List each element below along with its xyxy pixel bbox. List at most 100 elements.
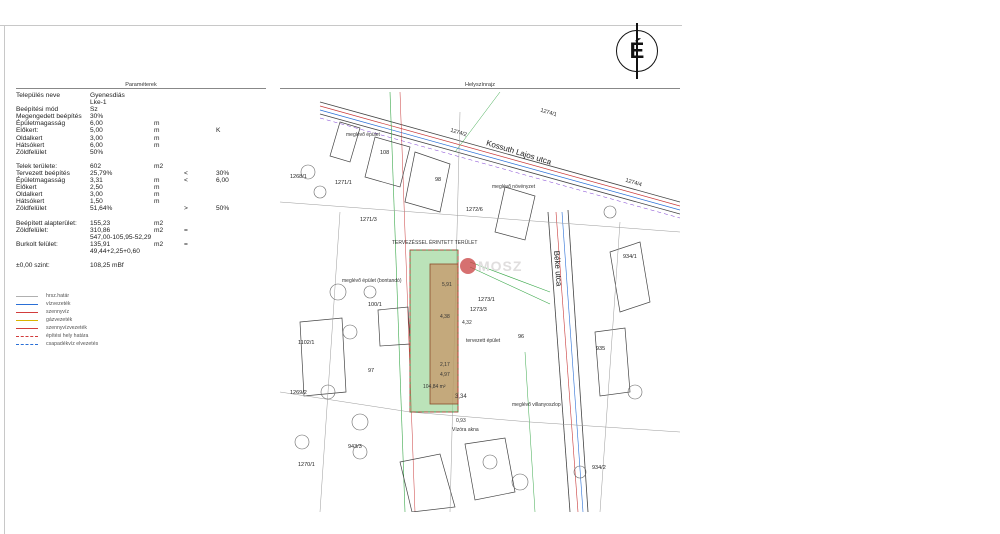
parcel-label: 96 xyxy=(518,334,525,340)
legend-label: szennyvíz xyxy=(46,309,70,315)
param-c4 xyxy=(184,99,216,106)
param-c1: Zöldfelület xyxy=(16,148,47,156)
param-c3: m xyxy=(154,134,160,142)
param-c1: Előkert: xyxy=(16,127,39,135)
param-c1: Előkert xyxy=(16,184,37,192)
street-kossuth xyxy=(319,101,680,219)
param-c2: 25,79% xyxy=(90,169,113,177)
param-row: Előkert 2,50 m xyxy=(16,184,266,191)
dimension-label: 5,91 xyxy=(442,282,452,288)
legend-swatch xyxy=(16,311,38,313)
parcel-label: 1273/1 xyxy=(478,297,495,303)
param-c2: 1,50 xyxy=(90,198,103,206)
param-row: Épületmagasság 6,00 m xyxy=(16,120,266,127)
param-c4 xyxy=(184,135,216,142)
param-c1: Tervezett beépítés xyxy=(16,169,70,177)
param-c3: m2 xyxy=(154,219,164,227)
north-arrow: É xyxy=(616,23,658,79)
param-c5 xyxy=(216,113,256,120)
param-c5 xyxy=(216,135,256,142)
param-c4 xyxy=(184,106,216,113)
param-c3 xyxy=(154,92,184,99)
param-c5 xyxy=(216,220,256,227)
param-c5 xyxy=(216,99,256,106)
parcel-label: 935 xyxy=(596,346,606,352)
param-c2: Lke-1 xyxy=(90,99,107,107)
param-row: Zöldfelület 50% xyxy=(16,149,266,156)
param-c1: Beépítési mód xyxy=(16,106,59,114)
parcel-label: 943/3 xyxy=(348,444,362,450)
param-c5: 6,00 xyxy=(216,177,229,185)
param-row: Beépítési mód Sz xyxy=(16,106,266,113)
param-c4: = xyxy=(184,240,188,248)
param-row: Burkolt felület: 135,91 m2 = xyxy=(16,241,266,248)
param-c3 xyxy=(154,99,184,106)
param-c5 xyxy=(216,184,256,191)
param-c1: Épületmagasság xyxy=(16,120,66,128)
legend-item: építési hely határa xyxy=(16,332,176,340)
param-c2: 6,00 xyxy=(90,141,103,149)
param-c2: 50% xyxy=(90,148,104,156)
site-plan-map: Kossuth Lajos utca Béke utca 1274/2 1274… xyxy=(280,92,680,512)
param-c2: Sz xyxy=(90,106,98,114)
param-c5 xyxy=(216,248,256,255)
param-c2: 310,86 xyxy=(90,226,111,234)
param-c4 xyxy=(184,234,216,241)
param-c1: Zöldfelület: xyxy=(16,226,49,234)
param-c5 xyxy=(216,92,256,99)
param-c2: 602 xyxy=(90,162,102,170)
param-row: Beépített alapterület: 155,23 m2 xyxy=(16,220,266,227)
trees xyxy=(294,164,643,491)
param-c4 xyxy=(184,262,216,269)
param-c4 xyxy=(184,120,216,127)
param-c3: m2 xyxy=(154,240,164,248)
params-section-title: Paraméterek xyxy=(16,82,266,89)
legend-item: szennyvíz xyxy=(16,308,176,316)
legend-label: csapadékvíz elvezetés xyxy=(46,341,99,347)
param-c4: < xyxy=(184,169,188,177)
param-c2: 3,00 xyxy=(90,191,103,199)
dimension-label: 3,34 xyxy=(455,394,467,400)
legend-swatch xyxy=(16,295,38,297)
param-c2: 6,00 xyxy=(90,120,103,128)
parcel-label: 934/1 xyxy=(623,254,637,260)
param-c5 xyxy=(216,142,256,149)
param-row: Épületmagasság 3,31 m <6,00 xyxy=(16,177,266,184)
param-c3: m xyxy=(154,127,160,135)
param-c3: m xyxy=(154,177,160,185)
param-c1: Telek területe: xyxy=(16,162,58,170)
param-row: Zöldfelület 51,64% >50% xyxy=(16,205,266,212)
param-c3 xyxy=(154,248,184,255)
param-c1 xyxy=(16,234,90,241)
legend-item: hrsz.határ xyxy=(16,292,176,300)
watermark-text: MOSZ xyxy=(478,258,523,274)
param-c1: Oldalkert xyxy=(16,191,43,199)
param-spacer xyxy=(16,255,266,262)
param-c4 xyxy=(184,191,216,198)
param-c1: Hátsókert xyxy=(16,141,45,149)
param-c2: 108,25 mBf xyxy=(90,261,124,269)
param-row: 547,00-105,95-52,29 xyxy=(16,234,266,241)
legend-swatch xyxy=(16,327,38,329)
param-c4: > xyxy=(184,205,188,213)
param-c4 xyxy=(184,220,216,227)
parcel-label: 98 xyxy=(435,177,442,183)
map-note: Vízóra akna xyxy=(452,427,479,433)
watermark-logo-icon xyxy=(460,258,476,274)
legend-label: hrsz.határ xyxy=(46,293,70,299)
param-c4 xyxy=(184,142,216,149)
param-c1: Hátsókert xyxy=(16,198,45,206)
legend-swatch xyxy=(16,319,38,321)
param-c3 xyxy=(154,106,184,113)
param-c3: m2 xyxy=(154,162,164,170)
param-c2: 3,31 xyxy=(90,177,103,185)
legend-label: gázvezeték xyxy=(46,317,73,323)
param-spacer xyxy=(16,213,266,220)
param-c2: 51,64% xyxy=(90,205,113,213)
param-row: ±0,00 szint: 108,25 mBf xyxy=(16,262,266,269)
parameters-table: Település neve Gyenesdiás Lke-1 Beépítési m… xyxy=(16,92,266,269)
legend-swatch xyxy=(16,303,38,305)
map-note: meglévő növényzet xyxy=(492,184,536,190)
dimension-label: 4,32 xyxy=(462,320,472,326)
param-c2: 547,00-105,95-52,29 xyxy=(90,233,152,241)
